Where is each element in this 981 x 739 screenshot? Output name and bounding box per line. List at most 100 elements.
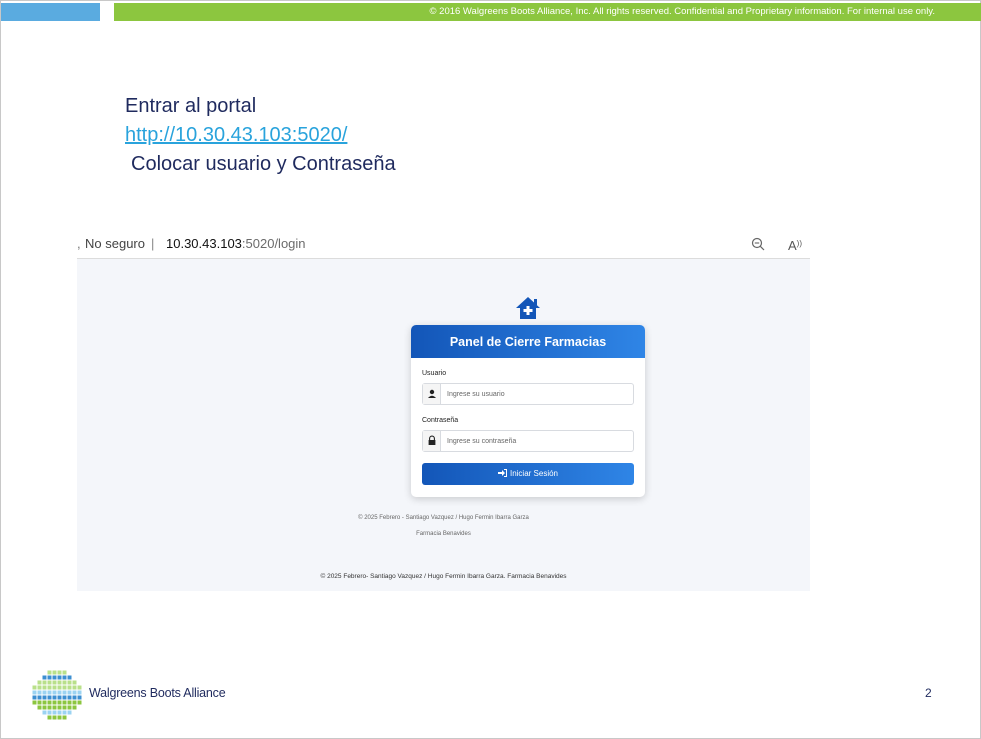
logo-tile	[62, 695, 67, 700]
logo-tile	[32, 695, 37, 700]
logo-tile	[52, 685, 57, 690]
header-copyright-bar: © 2016 Walgreens Boots Alliance, Inc. Al…	[114, 3, 981, 21]
logo-tile	[57, 715, 62, 720]
logo-tile	[52, 680, 57, 685]
logo-tile	[37, 695, 42, 700]
logo-tile	[52, 695, 57, 700]
logo-tile	[72, 680, 77, 685]
password-field[interactable]: Ingrese su contraseña	[422, 430, 634, 452]
logo-tile	[62, 690, 67, 695]
logo-tile	[57, 695, 62, 700]
logo-tile	[47, 670, 52, 675]
page-footer: © 2025 Febrero- Santiago Vazquez / Hugo …	[320, 573, 567, 580]
logo-tile	[52, 690, 57, 695]
intro-text: Entrar al portal http://10.30.43.103:502…	[125, 92, 396, 179]
login-title: Panel de Cierre Farmacias	[411, 325, 645, 358]
logo-tile	[32, 700, 37, 705]
logo-tile	[37, 690, 42, 695]
login-button[interactable]: Iniciar Sesión	[422, 463, 634, 485]
read-aloud-icon[interactable]: A))	[788, 230, 802, 260]
lock-icon	[423, 431, 441, 451]
address-bar-separator: ,	[77, 236, 81, 251]
logo-tile	[37, 685, 42, 690]
logo-tile	[57, 700, 62, 705]
url-text[interactable]: 10.30.43.103:5020/login	[166, 230, 306, 258]
logo-tile	[52, 670, 57, 675]
logo-tile	[77, 685, 82, 690]
logo-tile	[42, 685, 47, 690]
logo-tile	[42, 675, 47, 680]
logo-tile	[72, 685, 77, 690]
card-footer-credits: © 2025 Febrero - Santiago Vazquez / Hugo…	[358, 515, 529, 521]
logo-tile	[57, 680, 62, 685]
logo-tile	[42, 700, 47, 705]
logo-tile	[47, 700, 52, 705]
logo-tile	[42, 690, 47, 695]
logo-tile	[67, 710, 72, 715]
logo-tile	[52, 715, 57, 720]
logo-tile	[77, 700, 82, 705]
logo-tile	[62, 685, 67, 690]
logo-tile	[62, 710, 67, 715]
logo-tile	[67, 700, 72, 705]
logo-tile	[67, 690, 72, 695]
header-blue-bar	[1, 3, 100, 21]
logo-tile	[67, 680, 72, 685]
username-field[interactable]: Ingrese su usuario	[422, 383, 634, 405]
username-placeholder: Ingrese su usuario	[447, 391, 505, 398]
address-bar[interactable]: , No seguro | 10.30.43.103:5020/login A)…	[77, 230, 810, 259]
url-path: :5020/login	[241, 236, 306, 251]
logo-tile	[52, 710, 57, 715]
logo-tile	[62, 715, 67, 720]
password-label: Contraseña	[422, 417, 459, 424]
logo-tile	[57, 675, 62, 680]
portal-link[interactable]: http://10.30.43.103:5020/	[125, 121, 396, 150]
logo-tile	[77, 695, 82, 700]
logo-tile	[67, 675, 72, 680]
logo-tile	[47, 685, 52, 690]
logo-tile	[47, 715, 52, 720]
logo-tile	[47, 695, 52, 700]
logo-tile	[57, 690, 62, 695]
logo-tile	[57, 705, 62, 710]
zoom-out-icon[interactable]	[751, 237, 765, 251]
logo-tile	[72, 690, 77, 695]
logo-tile	[32, 685, 37, 690]
logo-tile	[62, 705, 67, 710]
slide: © 2016 Walgreens Boots Alliance, Inc. Al…	[0, 0, 981, 739]
password-placeholder: Ingrese su contraseña	[447, 438, 517, 445]
sign-in-icon	[497, 469, 507, 477]
card-footer-company: Farmacia Benavides	[416, 531, 471, 537]
logo-tile	[62, 670, 67, 675]
logo-tile	[37, 705, 42, 710]
logo-tile	[47, 675, 52, 680]
logo-tile	[47, 680, 52, 685]
username-label: Usuario	[422, 370, 447, 377]
logo-tile	[62, 675, 67, 680]
logo-tile	[52, 675, 57, 680]
url-host: 10.30.43.103	[166, 236, 242, 251]
logo-tile	[67, 705, 72, 710]
address-divider: |	[151, 236, 155, 251]
logo-tile	[57, 710, 62, 715]
logo-tile	[42, 710, 47, 715]
logo-tile	[77, 690, 82, 695]
logo-tile	[72, 705, 77, 710]
logo-tile	[37, 700, 42, 705]
logo-tile	[42, 680, 47, 685]
logo-tile	[47, 690, 52, 695]
browser-screenshot: , No seguro | 10.30.43.103:5020/login A)…	[77, 230, 810, 591]
logo-tile	[72, 695, 77, 700]
logo-tile	[72, 700, 77, 705]
logo-tile	[67, 685, 72, 690]
walgreens-logo	[32, 670, 82, 720]
logo-tile	[57, 685, 62, 690]
logo-tile	[67, 695, 72, 700]
logo-tile	[52, 705, 57, 710]
not-secure-label[interactable]: No seguro	[85, 230, 145, 258]
logo-tile	[57, 670, 62, 675]
pharmacy-house-icon	[516, 297, 540, 319]
login-button-label: Iniciar Sesión	[509, 469, 559, 478]
intro-line-3: Colocar usuario y Contraseña	[131, 153, 396, 175]
logo-tile	[42, 705, 47, 710]
